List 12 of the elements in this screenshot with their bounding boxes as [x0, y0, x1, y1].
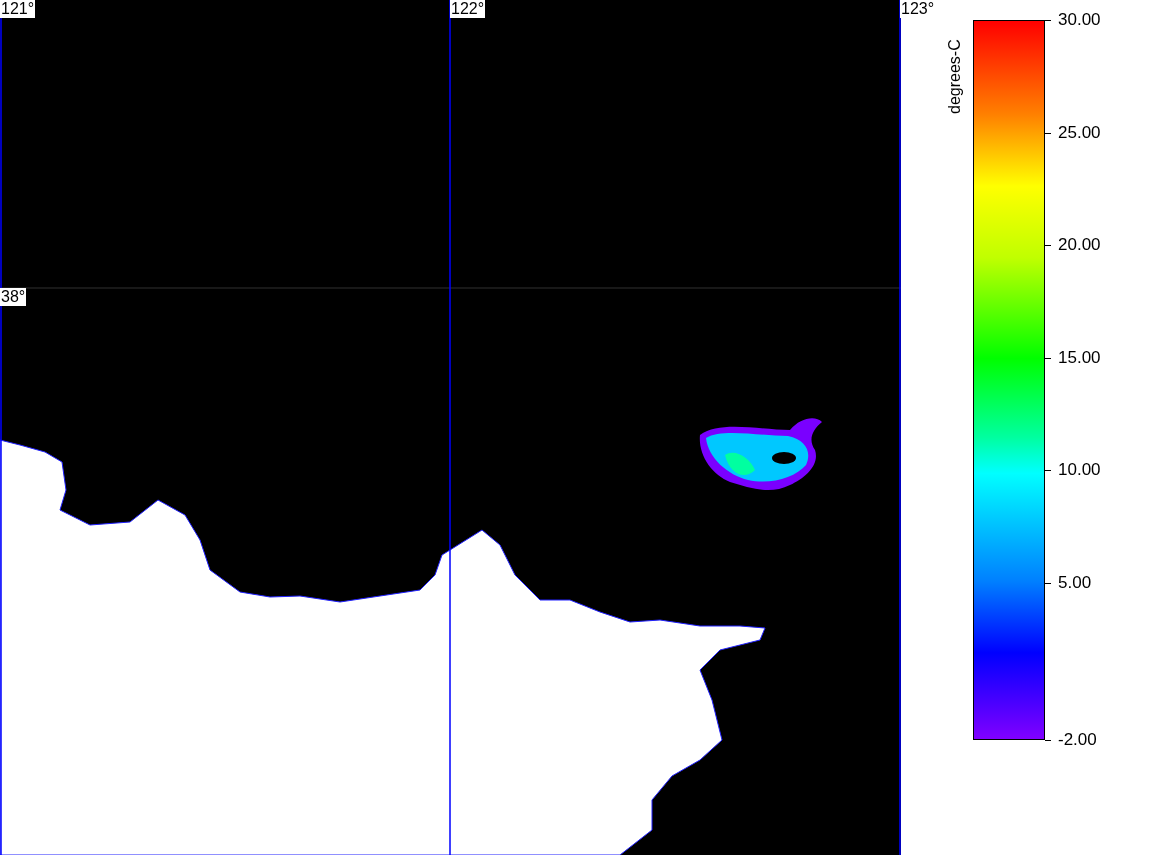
scale-tick-label: 15.00: [1058, 348, 1101, 367]
scale-tick-label: 5.00: [1058, 573, 1092, 592]
scale-tick-label: 30.00: [1058, 11, 1101, 29]
longitude-label: 123°: [900, 0, 936, 18]
scale-tick-label: -2.00: [1058, 731, 1097, 749]
longitude-label: 121°: [0, 0, 36, 18]
scale-tick-label: 10.00: [1058, 461, 1101, 479]
longitude-label: 122°: [450, 0, 486, 18]
scale-tick-label: 25.00: [1058, 123, 1101, 142]
latitude-label: 38°: [0, 288, 27, 306]
scale-tick-label: 20.00: [1058, 236, 1101, 254]
unit-label: degrees-C: [946, 39, 964, 114]
